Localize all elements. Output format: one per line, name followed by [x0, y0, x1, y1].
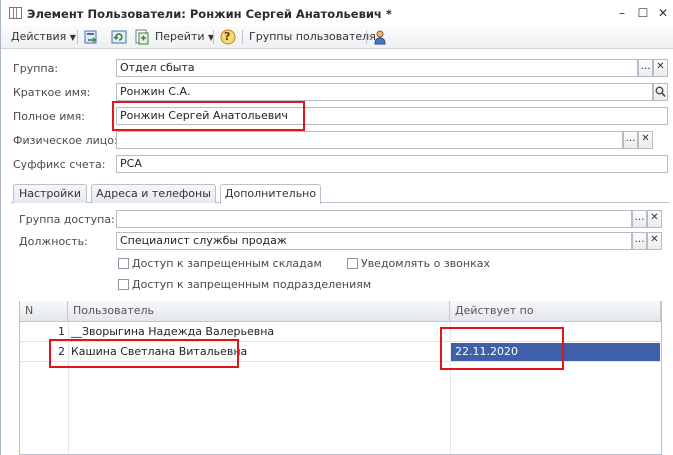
clear-icon: ✕: [656, 61, 665, 72]
restricted-departments-checkbox[interactable]: [118, 279, 129, 290]
restricted-warehouses-label: Доступ к запрещенным складам: [132, 257, 322, 270]
access-group-field[interactable]: [116, 210, 632, 228]
column-header-n[interactable]: N: [20, 301, 68, 322]
group-select-button[interactable]: …: [638, 59, 653, 77]
access-group-select-button[interactable]: …: [632, 210, 647, 228]
toolbar-separator: [77, 30, 78, 44]
window: Элемент Пользователи: Ронжин Сергей Анат…: [0, 0, 673, 455]
column-header-user[interactable]: Пользователь: [68, 301, 450, 322]
ellipsis-icon: …: [634, 212, 645, 223]
dropdown-arrow-icon: ▼: [69, 33, 76, 42]
physical-person-label: Физическое лицо:: [13, 134, 118, 147]
notify-calls-label: Уведомлять о звонках: [361, 257, 490, 270]
copy-icon[interactable]: [134, 29, 150, 45]
full-name-highlight: [112, 101, 305, 131]
title-bar: Элемент Пользователи: Ронжин Сергей Анат…: [1, 0, 673, 26]
user-groups-button[interactable]: Группы пользователя: [249, 28, 376, 46]
physical-person-field[interactable]: [116, 131, 623, 149]
help-button[interactable]: ?: [220, 29, 236, 45]
physical-person-clear-button[interactable]: ✕: [638, 131, 653, 149]
group-clear-button[interactable]: ✕: [653, 59, 668, 77]
position-select-button[interactable]: …: [632, 232, 647, 250]
tab-additional[interactable]: Дополнительно: [220, 184, 321, 204]
actions-menu-button[interactable]: Действия ▼: [11, 28, 76, 46]
ellipsis-icon: …: [625, 133, 636, 144]
account-suffix-field[interactable]: РСА: [116, 155, 668, 173]
write-close-icon[interactable]: [83, 29, 99, 45]
full-name-label: Полное имя:: [13, 110, 85, 123]
user-icon[interactable]: [372, 29, 388, 45]
window-title: Элемент Пользователи: Ронжин Сергей Анат…: [27, 7, 392, 21]
group-label: Группа:: [13, 62, 59, 75]
toolbar: Действия ▼ Перейти ▼ ? Группы пользовате…: [1, 26, 673, 49]
maximize-button[interactable]: ☐: [636, 6, 650, 20]
short-name-search-button[interactable]: [653, 83, 668, 101]
toolbar-separator: [242, 30, 243, 44]
short-name-field[interactable]: Ронжин С.А.: [116, 83, 653, 101]
user-row-highlight: [49, 339, 239, 368]
clear-icon: ✕: [641, 133, 650, 144]
until-date-highlight: [440, 327, 564, 370]
account-suffix-label: Суффикс счета:: [13, 158, 106, 171]
clear-icon: ✕: [650, 212, 659, 223]
toolbar-separator: [213, 30, 214, 44]
access-group-clear-button[interactable]: ✕: [647, 210, 662, 228]
goto-menu-button[interactable]: Перейти ▼: [155, 28, 214, 46]
access-group-label: Группа доступа:: [19, 213, 115, 226]
refresh-icon[interactable]: [111, 29, 127, 45]
position-field[interactable]: Специалист службы продаж: [116, 232, 632, 250]
short-name-label: Краткое имя:: [13, 86, 91, 99]
position-label: Должность:: [19, 235, 88, 248]
minimize-button[interactable]: –: [615, 6, 629, 20]
ellipsis-icon: …: [640, 61, 651, 72]
group-field[interactable]: Отдел сбыта: [116, 59, 638, 77]
app-icon: [9, 7, 22, 19]
notify-calls-checkbox[interactable]: [347, 258, 358, 269]
tab-addresses-phones[interactable]: Адреса и телефоны: [91, 184, 216, 203]
goto-label: Перейти: [155, 30, 205, 43]
actions-label: Действия: [11, 30, 67, 43]
position-clear-button[interactable]: ✕: [647, 232, 662, 250]
help-icon: ?: [224, 30, 231, 43]
restricted-warehouses-checkbox[interactable]: [118, 258, 129, 269]
tab-settings[interactable]: Настройки: [13, 184, 87, 203]
column-header-until[interactable]: Действует по: [450, 301, 661, 322]
restricted-departments-label: Доступ к запрещенным подразделениям: [132, 278, 372, 291]
physical-person-select-button[interactable]: …: [623, 131, 638, 149]
search-icon: [655, 86, 666, 97]
toolbar-separator: [366, 30, 367, 44]
ellipsis-icon: …: [634, 234, 645, 245]
clear-icon: ✕: [650, 234, 659, 245]
close-button[interactable]: ✕: [656, 6, 670, 20]
